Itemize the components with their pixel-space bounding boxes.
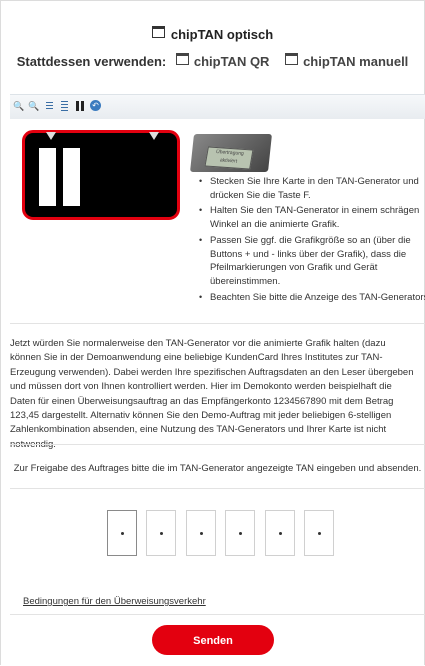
- instruction-item: Passen Sie ggf. die Grafikgröße so an (ü…: [199, 234, 425, 289]
- widen-icon[interactable]: [58, 100, 70, 112]
- device-screen-text: Übertragung aktiviert: [204, 146, 254, 170]
- instruction-list: Stecken Sie Ihre Karte in den TAN-Genera…: [192, 175, 425, 306]
- divider: [10, 614, 425, 615]
- tan-prompt: Zur Freigabe des Auftrages bitte die im …: [13, 463, 422, 474]
- instruction-item: Stecken Sie Ihre Karte in den TAN-Genera…: [199, 175, 425, 202]
- instruction-item: Beachten Sie bitte die Anzeige des TAN-G…: [199, 291, 425, 305]
- marker-left-icon: [46, 132, 56, 140]
- monitor-icon: [285, 53, 299, 65]
- tan-generator-image: Übertragung aktiviert: [190, 128, 272, 172]
- flicker-bar: [39, 148, 56, 206]
- divider: [10, 488, 425, 489]
- tan-digit-4-input[interactable]: [225, 510, 255, 556]
- tan-digit-6-input[interactable]: [304, 510, 334, 556]
- demo-description: Jetzt würden Sie normalerweise den TAN-G…: [10, 338, 414, 450]
- alternatives-row: Stattdessen verwenden: chipTAN QR chipTA…: [0, 53, 425, 69]
- tan-digit-5-input[interactable]: [265, 510, 295, 556]
- tan-digit-3-input[interactable]: [186, 510, 216, 556]
- page-title: chipTAN optisch: [0, 26, 425, 42]
- marker-right-icon: [149, 132, 159, 140]
- chiptan-manual-link[interactable]: chipTAN manuell: [285, 53, 408, 69]
- flicker-toolbar: 🔍 🔍 ↶: [10, 94, 425, 119]
- zoom-in-icon[interactable]: 🔍: [13, 100, 25, 112]
- back-icon[interactable]: ↶: [90, 100, 102, 112]
- narrow-icon[interactable]: [43, 100, 55, 112]
- zoom-out-icon[interactable]: 🔍: [28, 100, 40, 112]
- tan-digit-2-input[interactable]: [146, 510, 176, 556]
- alternatives-label: Stattdessen verwenden:: [16, 54, 167, 69]
- flicker-graphic: [22, 130, 180, 220]
- flicker-bar: [63, 148, 80, 206]
- instruction-item: Halten Sie den TAN-Generator in einem sc…: [199, 204, 425, 231]
- page-title-text: chipTAN optisch: [170, 27, 274, 42]
- pause-icon[interactable]: [74, 100, 86, 112]
- terms-link[interactable]: Bedingungen für den Überweisungsverkehr: [23, 596, 206, 607]
- submit-button[interactable]: Senden: [152, 625, 274, 655]
- monitor-icon: [151, 26, 165, 38]
- divider: [10, 323, 425, 324]
- chiptan-qr-link[interactable]: chipTAN QR: [175, 53, 269, 69]
- divider: [10, 444, 425, 445]
- monitor-icon: [175, 53, 189, 65]
- tan-digit-1-input[interactable]: [107, 510, 137, 556]
